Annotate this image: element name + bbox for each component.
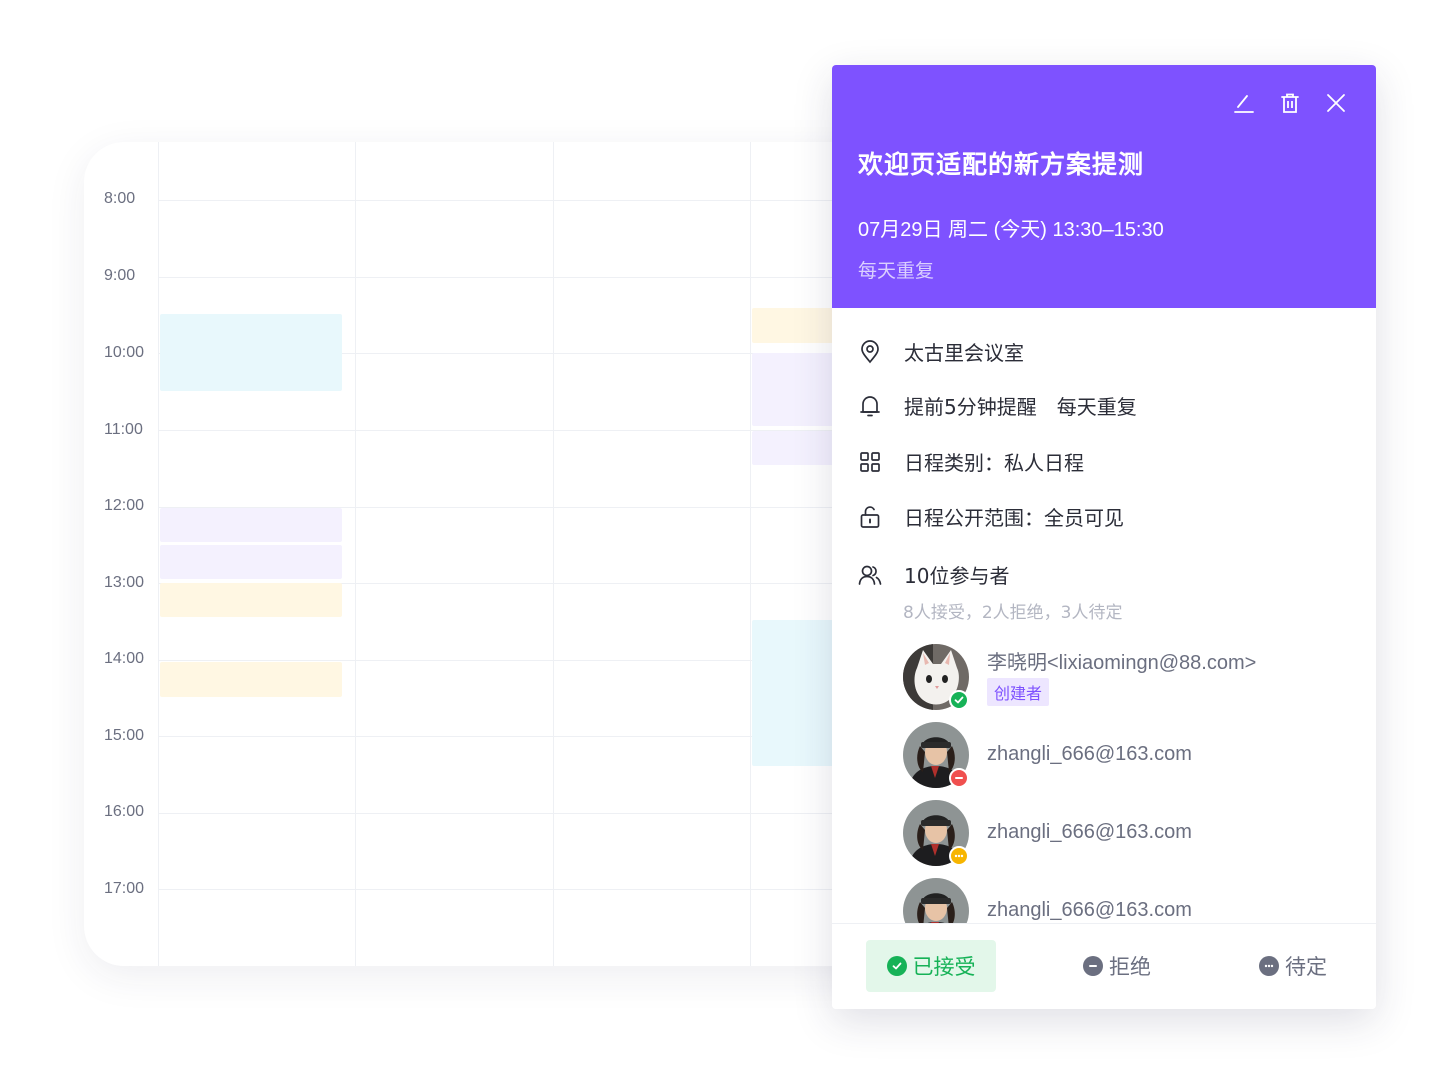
grid-row-line (159, 200, 944, 201)
close-icon[interactable] (1324, 91, 1348, 115)
people-icon (858, 563, 882, 587)
reminder-repeat-text: 每天重复 (1056, 395, 1137, 419)
hour-label: 11:00 (104, 421, 143, 438)
attendee-email: zhangli_666@163.com (987, 821, 1192, 843)
pending-label: 待定 (1285, 955, 1327, 979)
attendee-email: zhangli_666@163.com (987, 743, 1192, 765)
participants-row: 10位参与者 (858, 560, 1009, 589)
event-block[interactable] (160, 508, 342, 542)
hour-label: 17:00 (104, 880, 145, 897)
category-text: 日程类别：私人日程 (904, 451, 1084, 475)
more-circle-icon (1259, 956, 1279, 976)
visibility-text: 日程公开范围：全员可见 (904, 506, 1124, 530)
attendee-item[interactable]: zhangli_666@163.com (903, 722, 1343, 788)
grid-column-line (355, 142, 356, 966)
hour-label: 8:00 (104, 190, 136, 207)
declined-status-icon (949, 768, 969, 788)
calendar-week-view: 8:00 9:00 10:00 11:00 12:00 13:00 14:00 … (84, 142, 944, 966)
reminder-row: 提前5分钟提醒 每天重复 (858, 391, 1137, 420)
participants-summary: 8人接受，2人拒绝，3人待定 (903, 603, 1123, 623)
location-row: 太古里会议室 (858, 337, 1024, 366)
edit-icon[interactable] (1232, 91, 1256, 115)
hour-label: 16:00 (104, 803, 145, 820)
hour-label: 9:00 (104, 267, 136, 284)
reminder-text: 提前5分钟提醒 (904, 395, 1037, 419)
hour-label: 14:00 (104, 650, 145, 667)
grid-row-line (159, 813, 944, 814)
grid-column-line (158, 142, 159, 966)
event-block[interactable] (160, 314, 342, 391)
grid-row-line (159, 889, 944, 890)
attendee-email: zhangli_666@163.com (987, 899, 1192, 921)
grid-column-line (750, 142, 751, 966)
participants-count: 10位参与者 (904, 564, 1010, 588)
decline-label: 拒绝 (1109, 955, 1151, 979)
bell-icon (858, 394, 882, 418)
grid-column-line (553, 142, 554, 966)
check-circle-icon (886, 956, 907, 976)
decline-button[interactable]: 拒绝 (1052, 940, 1182, 992)
event-repeat: 每天重复 (858, 260, 935, 282)
trash-icon[interactable] (1278, 91, 1302, 115)
category-grid-icon (858, 450, 882, 474)
hour-label: 10:00 (104, 344, 145, 361)
category-row: 日程类别：私人日程 (858, 447, 1084, 476)
creator-tag: 创建者 (987, 678, 1050, 706)
hour-label: 13:00 (104, 574, 145, 591)
header-toolbar (1232, 91, 1348, 115)
pending-status-icon (949, 846, 969, 866)
accepted-status-icon (949, 690, 969, 710)
time-column: 8:00 9:00 10:00 11:00 12:00 13:00 14:00 … (84, 142, 159, 966)
event-block[interactable] (160, 662, 342, 697)
hour-label: 15:00 (104, 727, 145, 744)
accept-button[interactable]: 已接受 (866, 940, 996, 992)
event-title: 欢迎页适配的新方案提测 (858, 150, 1145, 179)
pending-button[interactable]: 待定 (1228, 940, 1358, 992)
hour-label: 12:00 (104, 497, 145, 514)
minus-circle-icon (1083, 956, 1103, 976)
event-block[interactable] (160, 583, 342, 617)
event-block[interactable] (160, 545, 342, 579)
event-datetime: 07月29日 周二 (今天) 13:30–15:30 (858, 219, 1164, 241)
grid-row-line (159, 277, 944, 278)
location-pin-icon (858, 339, 882, 364)
attendee-name: 李晓明<lixiaomingn@88.com> (987, 652, 1257, 674)
rsvp-footer: 已接受 拒绝 待定 (832, 923, 1376, 1009)
attendee-item[interactable]: 李晓明<lixiaomingn@88.com> 创建者 (903, 644, 1343, 710)
event-detail-popup: 欢迎页适配的新方案提测 07月29日 周二 (今天) 13:30–15:30 每… (832, 65, 1376, 1009)
unlock-icon (858, 505, 882, 529)
visibility-row: 日程公开范围：全员可见 (858, 502, 1124, 531)
attendee-item[interactable]: zhangli_666@163.com (903, 800, 1343, 866)
accept-label: 已接受 (912, 955, 976, 979)
popup-header: 欢迎页适配的新方案提测 07月29日 周二 (今天) 13:30–15:30 每… (832, 65, 1376, 308)
location-text: 太古里会议室 (904, 341, 1024, 365)
